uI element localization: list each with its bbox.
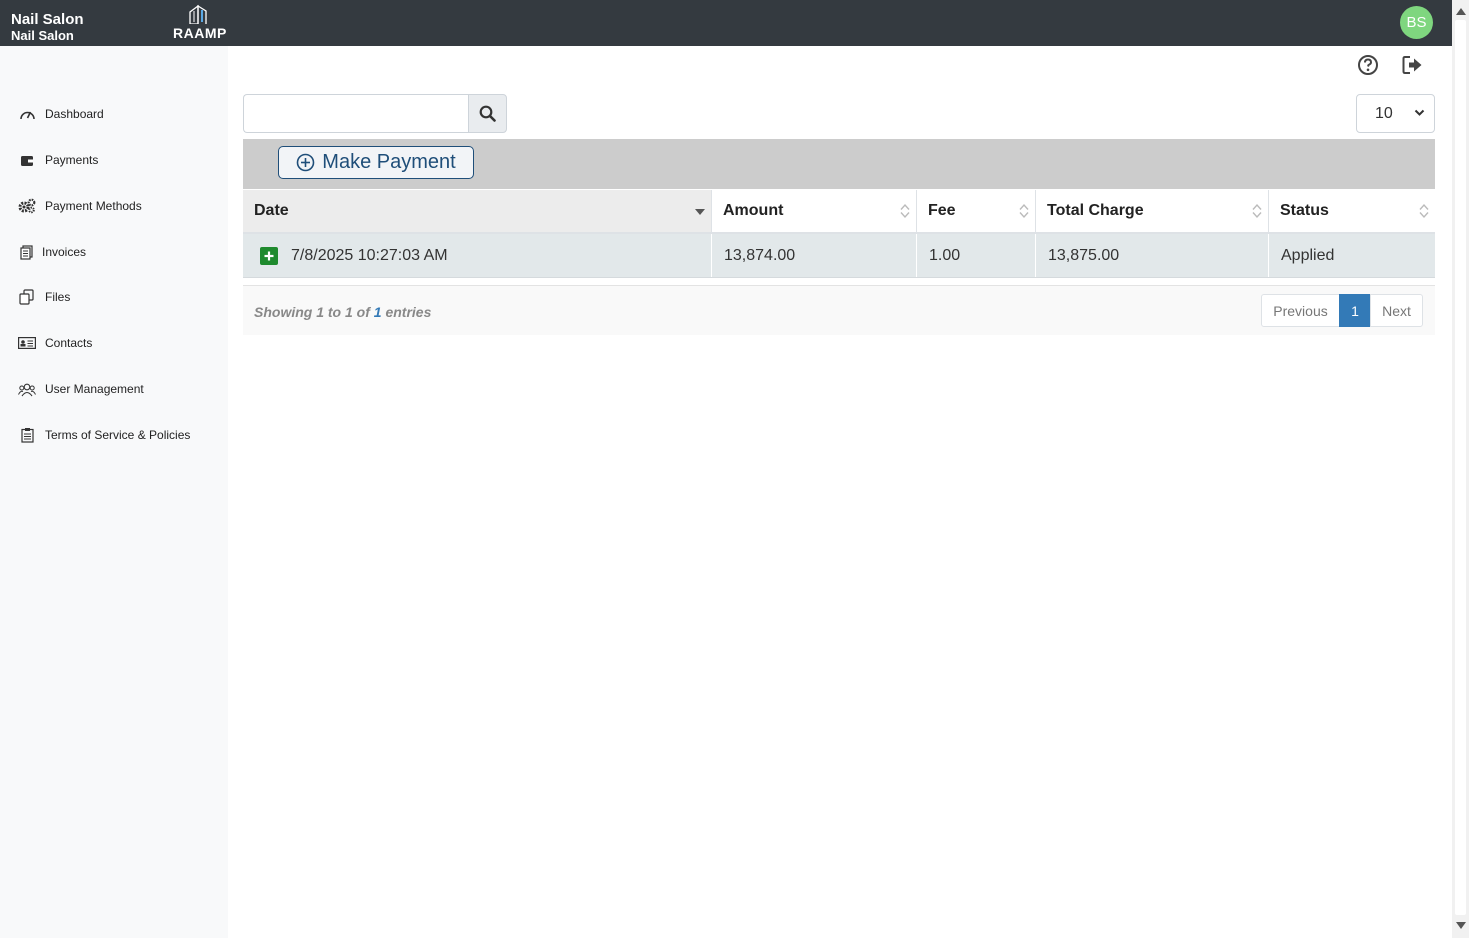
sidebar-item-label: Files bbox=[45, 290, 71, 304]
pagination: Previous 1 Next bbox=[1261, 294, 1423, 327]
table-toolbar: Make Payment bbox=[243, 139, 1435, 189]
sign-out-icon[interactable] bbox=[1402, 55, 1424, 75]
sidebar-item-payment-methods[interactable]: Payment Methods bbox=[18, 194, 142, 218]
brand-line-2: Nail Salon bbox=[11, 28, 74, 43]
column-header-date[interactable]: Date bbox=[243, 190, 712, 232]
sidebar-item-label: Invoices bbox=[42, 245, 87, 259]
column-label: Status bbox=[1280, 202, 1329, 219]
info-prefix: Showing 1 to 1 of bbox=[254, 304, 374, 320]
sidebar-item-dashboard[interactable]: Dashboard bbox=[18, 102, 104, 126]
column-header-status[interactable]: Status bbox=[1269, 190, 1435, 232]
info-total: 1 bbox=[373, 304, 382, 320]
sidebar-item-files[interactable]: Files bbox=[18, 285, 70, 309]
sidebar-item-label: Dashboard bbox=[45, 107, 104, 121]
make-payment-label: Make Payment bbox=[322, 151, 456, 173]
building-icon bbox=[189, 4, 207, 24]
sort-icon bbox=[1019, 203, 1029, 219]
sidebar-item-label: Contacts bbox=[45, 336, 93, 350]
table-row[interactable]: 7/8/2025 10:27:03 AM 13,874.00 1.00 13,8… bbox=[243, 234, 1435, 278]
sort-icon bbox=[1252, 203, 1262, 219]
column-header-total-charge[interactable]: Total Charge bbox=[1036, 190, 1269, 232]
wallet-icon bbox=[18, 151, 36, 169]
expand-plus-icon[interactable] bbox=[260, 246, 278, 265]
sort-desc-icon bbox=[695, 209, 705, 215]
page-length-value: 10 bbox=[1375, 104, 1393, 122]
contact-card-icon bbox=[18, 334, 36, 352]
sidebar: Dashboard Payments Payment Methods Invoi… bbox=[0, 46, 228, 938]
search-icon bbox=[479, 105, 496, 122]
column-label: Fee bbox=[928, 202, 956, 219]
scroll-thumb[interactable] bbox=[1455, 20, 1466, 915]
search-button[interactable] bbox=[468, 94, 507, 133]
avatar-initials: BS bbox=[1406, 14, 1427, 31]
sort-icon bbox=[1419, 203, 1429, 219]
sidebar-item-label: User Management bbox=[45, 382, 144, 396]
entries-info: Showing 1 to 1 of 1 entries bbox=[254, 304, 431, 320]
search-input[interactable] bbox=[243, 94, 468, 133]
plus-circle-icon bbox=[296, 153, 315, 172]
cell-text: 13,875.00 bbox=[1048, 246, 1120, 264]
sidebar-item-label: Terms of Service & Policies bbox=[45, 428, 191, 442]
cell-amount: 13,874.00 bbox=[712, 234, 917, 277]
cell-date: 7/8/2025 10:27:03 AM bbox=[243, 234, 712, 277]
sidebar-item-label: Payment Methods bbox=[45, 199, 142, 213]
cell-fee: 1.00 bbox=[917, 234, 1036, 277]
cell-text: 13,874.00 bbox=[724, 246, 796, 264]
cell-text: Applied bbox=[1281, 246, 1335, 264]
sidebar-item-terms[interactable]: Terms of Service & Policies bbox=[18, 423, 190, 447]
sidebar-item-contacts[interactable]: Contacts bbox=[18, 331, 92, 355]
info-suffix: entries bbox=[381, 304, 432, 320]
table-footer: Showing 1 to 1 of 1 entries Previous 1 N… bbox=[243, 285, 1435, 335]
scrollbar[interactable] bbox=[1452, 0, 1469, 938]
column-label: Total Charge bbox=[1047, 202, 1144, 219]
column-label: Date bbox=[254, 202, 289, 219]
column-header-amount[interactable]: Amount bbox=[712, 190, 917, 232]
page-1-button[interactable]: 1 bbox=[1339, 294, 1371, 327]
scroll-up-arrow-icon[interactable] bbox=[1456, 8, 1466, 15]
chevron-down-icon bbox=[1414, 109, 1425, 116]
sidebar-item-user-management[interactable]: User Management bbox=[18, 377, 144, 401]
gauge-icon bbox=[18, 105, 36, 123]
make-payment-button[interactable]: Make Payment bbox=[278, 146, 474, 179]
users-icon bbox=[18, 380, 36, 398]
cell-status: Applied bbox=[1269, 234, 1435, 277]
search-group bbox=[243, 94, 507, 133]
previous-page-button[interactable]: Previous bbox=[1261, 294, 1340, 327]
column-label: Amount bbox=[723, 202, 784, 219]
brand: Nail Salon Nail Salon bbox=[11, 12, 84, 44]
invoice-icon bbox=[18, 243, 36, 261]
sidebar-item-invoices[interactable]: Invoices bbox=[18, 240, 86, 264]
files-icon bbox=[18, 288, 36, 306]
clipboard-icon bbox=[18, 426, 36, 444]
logo-text: RAAMP bbox=[173, 25, 227, 41]
sort-icon bbox=[900, 203, 910, 219]
sidebar-item-label: Payments bbox=[45, 153, 99, 167]
page-length-select[interactable]: 10 bbox=[1356, 94, 1435, 133]
brand-line-1: Nail Salon bbox=[11, 11, 84, 28]
sidebar-item-payments[interactable]: Payments bbox=[18, 148, 98, 172]
raamp-logo[interactable]: RAAMP bbox=[172, 4, 236, 42]
gears-icon bbox=[18, 197, 36, 215]
table-header: Date Amount Fee Total Charge Status bbox=[243, 190, 1435, 234]
avatar[interactable]: BS bbox=[1400, 6, 1433, 39]
cell-text: 1.00 bbox=[929, 246, 961, 264]
top-bar: Nail Salon Nail Salon RAAMP BS bbox=[0, 0, 1452, 46]
cell-text: 7/8/2025 10:27:03 AM bbox=[291, 246, 448, 264]
next-page-button[interactable]: Next bbox=[1370, 294, 1423, 327]
scroll-down-arrow-icon[interactable] bbox=[1456, 922, 1466, 929]
cell-total-charge: 13,875.00 bbox=[1036, 234, 1269, 277]
help-icon[interactable] bbox=[1357, 54, 1379, 76]
column-header-fee[interactable]: Fee bbox=[917, 190, 1036, 232]
